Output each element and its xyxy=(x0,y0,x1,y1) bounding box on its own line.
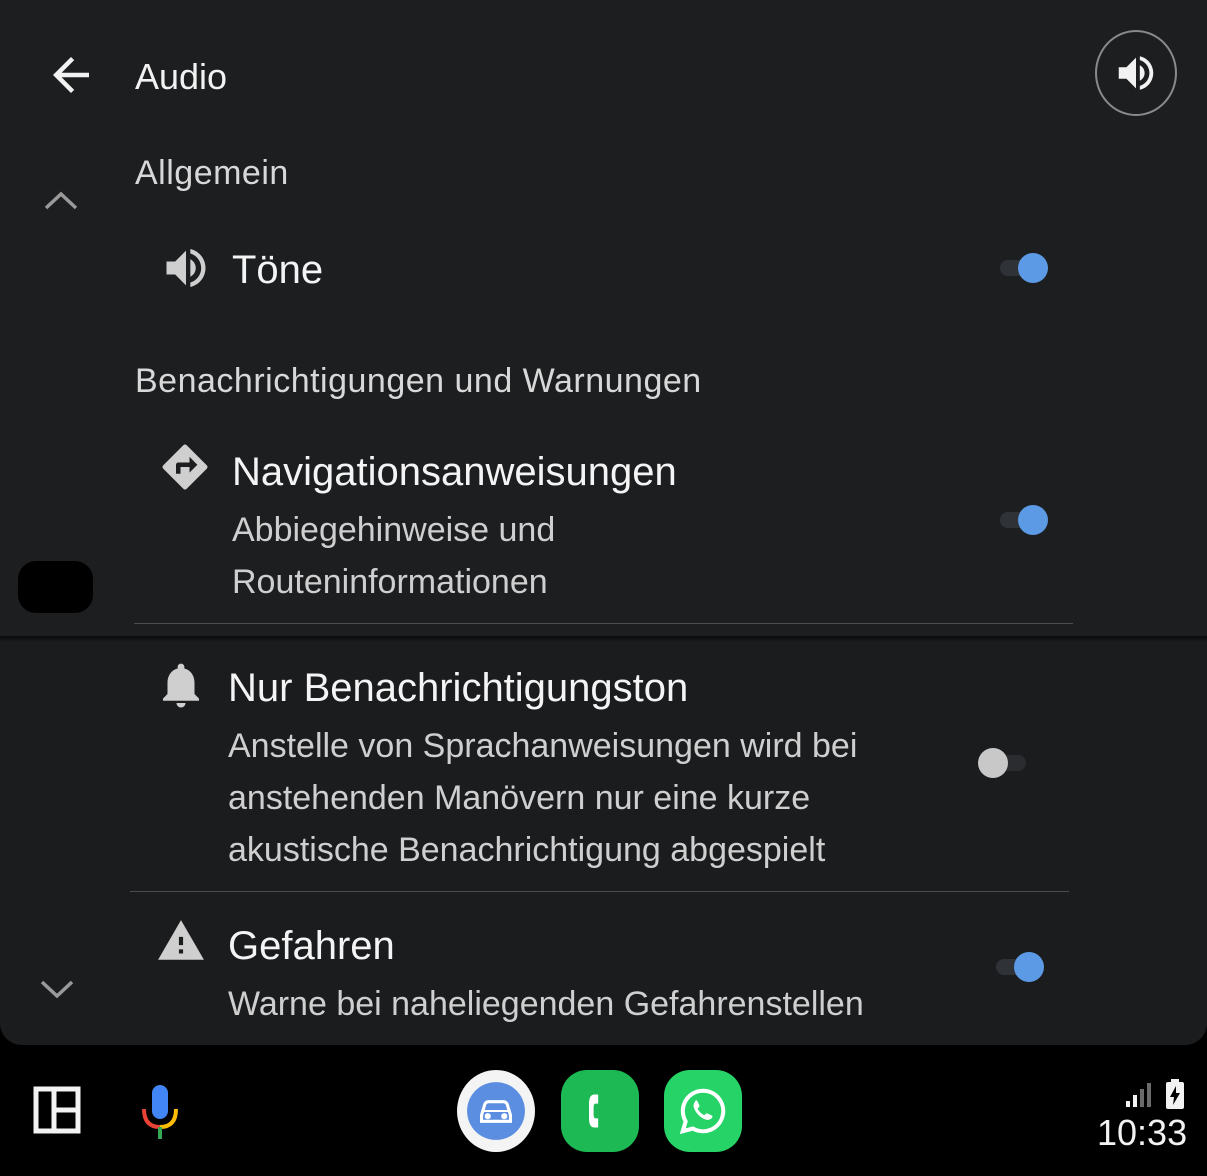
toggle-thumb xyxy=(1018,253,1048,283)
hazards-row[interactable]: Gefahren Warne bei naheliegenden Gefahre… xyxy=(130,900,1075,1045)
phone-app-button[interactable] xyxy=(561,1070,639,1152)
microphone-icon xyxy=(142,1085,178,1139)
divider xyxy=(130,891,1069,892)
bell-icon xyxy=(154,658,208,712)
speaker-icon xyxy=(160,242,212,294)
section-title-notifications: Benachrichtigungen und Warnungen xyxy=(135,362,702,400)
volume-icon xyxy=(1118,56,1154,90)
navigation-toggle[interactable] xyxy=(996,503,1048,537)
directions-icon xyxy=(158,440,212,494)
chevron-up-icon xyxy=(44,191,78,210)
arrow-back-icon xyxy=(53,57,89,93)
taskbar xyxy=(0,1045,1207,1176)
settings-screen: Nur Benachrichtigungston Anstelle von Sp… xyxy=(0,0,1207,1045)
assistant-button[interactable] xyxy=(138,1083,182,1141)
section-title-general: Allgemein xyxy=(135,154,289,192)
notify-only-subtitle-line: akustische Benachrichtigung abgespielt xyxy=(228,831,826,869)
header: Audio xyxy=(0,0,1207,140)
toggle-thumb xyxy=(1018,505,1048,535)
navigation-row[interactable]: Navigationsanweisungen Abbiegehinweise u… xyxy=(130,436,1075,622)
navigation-subtitle-line: Routeninformationen xyxy=(232,563,548,601)
hazards-subtitle: Warne bei naheliegenden Gefahrenstellen xyxy=(228,985,864,1023)
notify-only-subtitle: Anstelle von Sprachanweisungen wird bei … xyxy=(228,720,988,876)
scroll-down-button[interactable] xyxy=(36,972,78,1006)
navigation-subtitle-line: Abbiegehinweise und xyxy=(232,511,556,549)
whatsapp-icon xyxy=(679,1088,726,1135)
scroll-up-button[interactable] xyxy=(40,182,82,216)
hazards-toggle[interactable] xyxy=(992,950,1044,984)
panel-shadow xyxy=(0,636,1207,642)
tones-toggle[interactable] xyxy=(996,251,1048,285)
notify-only-toggle[interactable] xyxy=(978,746,1030,780)
navigation-title: Navigationsanweisungen xyxy=(232,450,677,494)
notify-only-row[interactable]: Nur Benachrichtigungston Anstelle von Sp… xyxy=(130,638,1075,893)
dashboard-icon xyxy=(33,1086,81,1134)
car-app-icon xyxy=(467,1082,525,1140)
toggle-thumb xyxy=(978,748,1008,778)
tones-title: Töne xyxy=(232,248,324,292)
volume-button[interactable] xyxy=(1095,30,1177,116)
tones-row[interactable]: Töne xyxy=(130,228,1075,316)
navigation-subtitle: Abbiegehinweise und Routeninformationen xyxy=(232,504,972,608)
divider xyxy=(134,623,1073,624)
signal-icon xyxy=(1126,1083,1151,1107)
back-button[interactable] xyxy=(44,48,98,102)
warning-icon xyxy=(156,916,206,966)
clock: 10:33 xyxy=(1097,1112,1188,1153)
notify-only-subtitle-line: Anstelle von Sprachanweisungen wird bei xyxy=(228,727,858,765)
battery-charging-icon xyxy=(1166,1079,1184,1109)
hazards-title: Gefahren xyxy=(228,924,395,968)
lower-list: Nur Benachrichtigungston Anstelle von Sp… xyxy=(0,638,1207,1045)
signal-indicator xyxy=(1124,1081,1154,1109)
dashboard-button[interactable] xyxy=(32,1085,82,1135)
chevron-down-icon xyxy=(40,980,74,999)
notify-only-title: Nur Benachrichtigungston xyxy=(228,666,689,710)
upper-panel: Audio Allgemein Töne Benachrichtigungen … xyxy=(0,0,1207,636)
notify-only-subtitle-line: anstehenden Manövern nur eine kurze xyxy=(228,779,811,817)
whatsapp-app-button[interactable] xyxy=(664,1070,742,1152)
page-title: Audio xyxy=(135,56,228,97)
black-overlay-shape xyxy=(18,561,93,613)
car-app-button[interactable] xyxy=(457,1070,535,1152)
phone-app-icon xyxy=(589,1094,599,1128)
battery-indicator xyxy=(1164,1078,1186,1110)
toggle-thumb xyxy=(1014,952,1044,982)
